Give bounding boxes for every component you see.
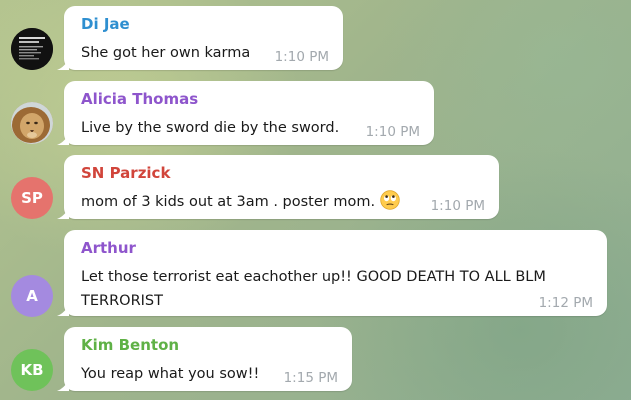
message-text-row: mom of 3 kids out at 3am . poster mom.: [81, 190, 400, 214]
message-bubble[interactable]: Kim Benton You reap what you sow!! 1:15 …: [57, 327, 352, 391]
bubble-tail-icon: [57, 58, 69, 70]
message-bubble[interactable]: SN Parzick mom of 3 kids out at 3am . po…: [57, 155, 499, 219]
rolling-eyes-emoji-icon: [380, 190, 400, 210]
message-text: You reap what you sow!!: [81, 366, 260, 382]
message-text: mom of 3 kids out at 3am . poster mom.: [81, 194, 376, 210]
sender-name[interactable]: Kim Benton: [81, 336, 179, 354]
bubble-tail-icon: [57, 379, 69, 391]
avatar[interactable]: [11, 28, 53, 70]
bubble-tail-icon: [57, 207, 69, 219]
message-bubble[interactable]: Arthur Let those terrorist eat eachother…: [57, 230, 607, 316]
sender-name[interactable]: SN Parzick: [81, 164, 170, 182]
bubble-tail-icon: [57, 304, 69, 316]
avatar[interactable]: SP: [11, 177, 53, 219]
sender-name[interactable]: Alicia Thomas: [81, 90, 198, 108]
bubble-tail-icon: [57, 133, 69, 145]
avatar[interactable]: KB: [11, 349, 53, 391]
sender-name[interactable]: Di Jae: [81, 15, 130, 33]
message-time: 1:10 PM: [430, 198, 485, 214]
message-text-line: TERRORIST: [81, 293, 163, 309]
message-time: 1:15 PM: [283, 370, 338, 386]
message-bubble[interactable]: Di Jae She got her own karma 1:10 PM: [57, 6, 343, 70]
message-time: 1:10 PM: [365, 124, 420, 140]
message-text-line: Let those terrorist eat eachother up!! G…: [81, 269, 546, 285]
message-time: 1:12 PM: [538, 295, 593, 311]
message-bubble[interactable]: Alicia Thomas Live by the sword die by t…: [57, 81, 434, 145]
message-time: 1:10 PM: [274, 49, 329, 65]
lion-photo-avatar-icon: [11, 102, 53, 144]
avatar-initials: SP: [21, 189, 43, 207]
avatar[interactable]: A: [11, 275, 53, 317]
dark-poster-avatar-icon: [11, 28, 53, 70]
avatar[interactable]: [11, 102, 53, 144]
message-text: Let those terrorist eat eachother up!! G…: [81, 265, 546, 313]
avatar-initials: A: [26, 287, 38, 305]
avatar-initials: KB: [20, 361, 44, 379]
message-text: Live by the sword die by the sword.: [81, 120, 340, 136]
message-text: She got her own karma: [81, 45, 251, 61]
sender-name[interactable]: Arthur: [81, 239, 136, 257]
